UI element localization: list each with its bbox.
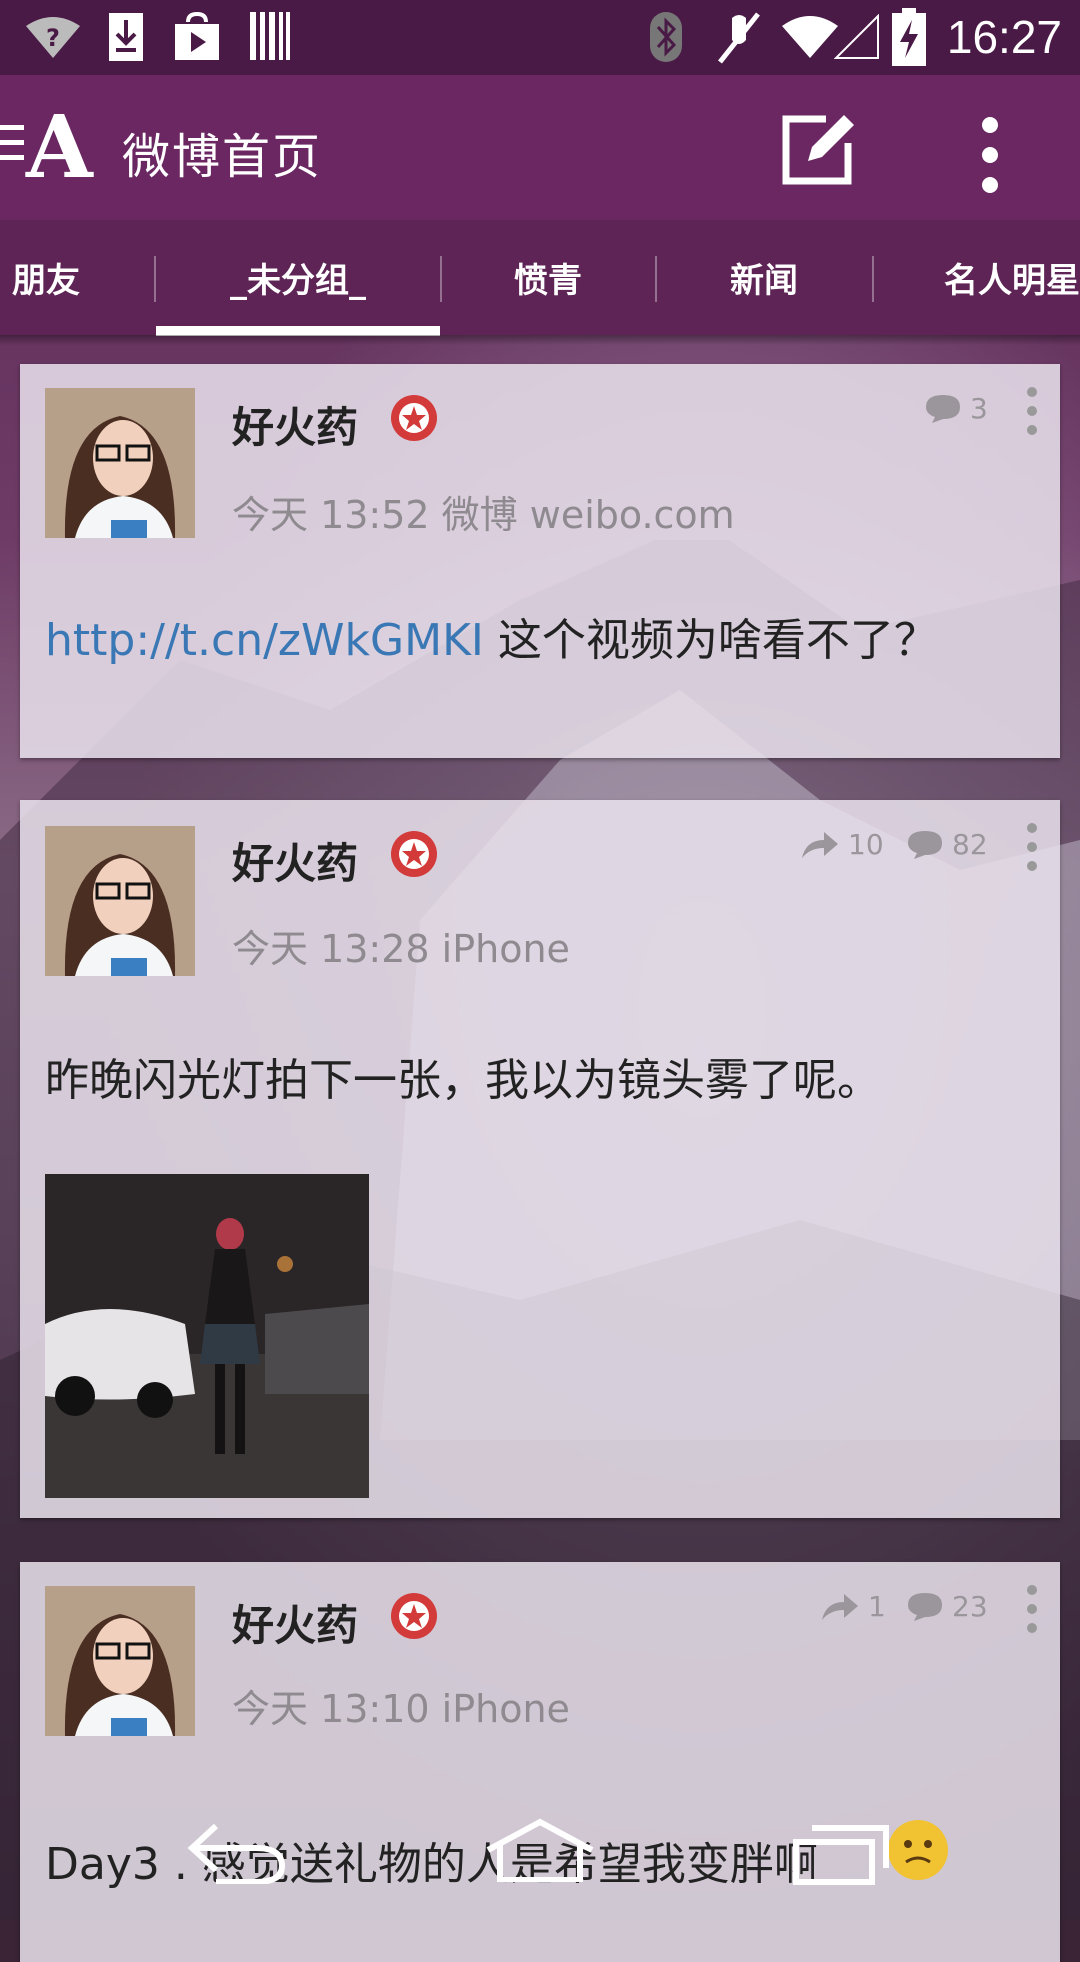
wifi-icon	[782, 16, 838, 58]
post-meta: 今天 13:28 iPhone	[232, 927, 570, 971]
verified-badge-icon	[391, 1593, 437, 1639]
app-logo[interactable]: A	[26, 105, 93, 191]
battery-charging-icon	[892, 8, 926, 66]
home-icon[interactable]	[484, 1818, 596, 1882]
avatar[interactable]	[45, 826, 195, 976]
post-menu-icon[interactable]	[1024, 386, 1040, 436]
mute-icon	[718, 12, 760, 64]
post-menu-icon[interactable]	[1024, 822, 1040, 872]
signal-icon	[834, 14, 879, 59]
post-card[interactable]: 好火药 今天 13:28 iPhone 10 82 昨晚闪光灯拍下一张，我以为镜…	[20, 800, 1060, 1518]
recent-apps-icon[interactable]	[790, 1822, 894, 1886]
comment-count[interactable]: 82	[906, 828, 988, 861]
clock: 16:27	[946, 11, 1062, 63]
compose-icon[interactable]	[778, 111, 858, 191]
svg-text:?: ?	[46, 24, 60, 52]
repost-count[interactable]: 10	[800, 828, 884, 861]
tabs-shadow	[0, 335, 1080, 345]
verified-badge-icon	[391, 395, 437, 441]
tab-friends[interactable]: 朋友	[0, 220, 112, 335]
post-card[interactable]: 好火药 今天 13:52 微博 weibo.com 3 http://t.cn/…	[20, 364, 1060, 758]
author-name[interactable]: 好火药	[232, 1592, 358, 1653]
status-bar: ? 16:27	[0, 0, 1080, 75]
page-title: 微博首页	[122, 129, 323, 185]
post-menu-icon[interactable]	[1024, 1584, 1040, 1634]
comment-count-label: 82	[952, 828, 988, 861]
comment-icon	[926, 394, 960, 423]
repost-icon	[822, 1593, 858, 1620]
repost-count-label: 1	[868, 1590, 886, 1623]
author-name[interactable]: 好火药	[232, 394, 358, 455]
post-body: 这个视频为啥看不了？	[483, 615, 938, 666]
repost-count-label: 10	[848, 828, 884, 861]
verified-badge-icon	[391, 831, 437, 877]
post-meta: 今天 13:10 iPhone	[232, 1687, 570, 1731]
bluetooth-icon	[650, 12, 682, 62]
comment-icon	[908, 1592, 942, 1621]
post-body: 昨晚闪光灯拍下一张，我以为镜头雾了呢。	[45, 1055, 881, 1106]
play-store-icon	[175, 12, 219, 60]
comment-count-label: 3	[970, 392, 988, 425]
repost-count[interactable]: 1	[820, 1590, 886, 1623]
overflow-menu-icon[interactable]	[970, 115, 1010, 195]
wifi-question-icon: ?	[26, 17, 80, 58]
comment-count-label: 23	[952, 1590, 988, 1623]
post-link[interactable]: http://t.cn/zWkGMKI	[45, 615, 484, 666]
download-icon	[109, 13, 143, 61]
barcode-icon	[250, 12, 290, 60]
navigation-bar	[0, 1800, 1080, 1920]
tab-celebrities[interactable]: 名人明星	[874, 220, 1080, 335]
back-icon[interactable]	[186, 1820, 290, 1884]
comment-count[interactable]: 23	[906, 1590, 988, 1623]
post-meta: 今天 13:52 微博 weibo.com	[232, 493, 735, 537]
repost-icon	[802, 831, 838, 858]
tab-ungrouped[interactable]: _未分组_	[156, 220, 440, 335]
menu-icon[interactable]	[0, 123, 24, 163]
app-bar: A 微博首页	[0, 75, 1080, 220]
group-tabs: 朋友 _未分组_ 愤青 新闻 名人明星	[0, 220, 1080, 335]
comment-icon	[908, 830, 942, 859]
avatar[interactable]	[45, 388, 195, 538]
avatar[interactable]	[45, 1586, 195, 1736]
author-name[interactable]: 好火药	[232, 830, 358, 891]
tab-angry-youth[interactable]: 愤青	[442, 220, 654, 335]
post-text: http://t.cn/zWkGMKI 这个视频为啥看不了？	[45, 604, 938, 668]
post-photo[interactable]	[45, 1174, 369, 1498]
comment-count[interactable]: 3	[924, 392, 988, 425]
tab-news[interactable]: 新闻	[657, 220, 871, 335]
